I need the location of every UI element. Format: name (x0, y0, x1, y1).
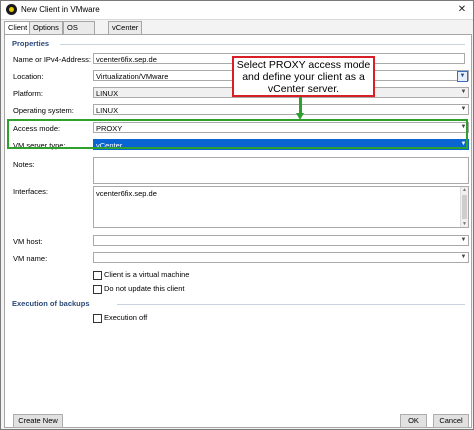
client-virtual-checkbox[interactable] (93, 271, 102, 280)
interfaces-textarea[interactable]: vcenter6fix.sep.de ▲ ▼ (93, 186, 469, 228)
arrow-down-icon (296, 113, 304, 120)
scroll-up-icon[interactable]: ▲ (461, 187, 468, 193)
scroll-down-icon[interactable]: ▼ (461, 221, 468, 227)
chevron-down-icon[interactable]: ▼ (459, 236, 468, 245)
name-label: Name or IPv4-Address: (13, 55, 91, 64)
vm-name-select[interactable]: ▼ (93, 252, 469, 263)
vm-host-label: VM host: (13, 237, 43, 246)
execution-section-title: Execution of backups (12, 299, 90, 308)
callout-arrow (299, 97, 302, 114)
tab-client[interactable]: Client (4, 21, 32, 35)
properties-section-title: Properties (12, 39, 50, 48)
access-mode-highlight-box (7, 119, 468, 149)
tab-vcenter-access[interactable]: vCenter Access (108, 21, 143, 44)
interfaces-scrollbar[interactable]: ▲ ▼ (460, 187, 468, 227)
vm-name-label: VM name: (13, 254, 48, 263)
section-divider (60, 44, 465, 45)
chevron-down-icon[interactable]: ▼ (459, 105, 468, 114)
os-label: Operating system: (13, 106, 74, 115)
title-bar: New Client in VMware ✕ (1, 1, 473, 20)
do-not-update-label: Do not update this client (104, 284, 185, 293)
location-label: Location: (13, 72, 44, 81)
execution-off-checkbox[interactable] (93, 314, 102, 323)
do-not-update-checkbox[interactable] (93, 285, 102, 294)
callout-box: Select PROXY access mode and define your… (232, 56, 375, 97)
os-value: LINUX (96, 106, 119, 115)
interfaces-label: Interfaces: (13, 187, 49, 196)
scroll-thumb[interactable] (462, 195, 467, 219)
close-button[interactable]: ✕ (451, 1, 473, 19)
tab-os-access[interactable]: OS Access (63, 21, 96, 44)
section-divider (117, 304, 465, 305)
execution-off-label: Execution off (104, 313, 148, 322)
platform-label: Platform: (13, 89, 44, 98)
platform-value: LINUX (96, 89, 119, 98)
sep-logo-icon (6, 4, 17, 15)
chevron-down-icon[interactable]: ▼ (459, 253, 468, 262)
interfaces-value: vcenter6fix.sep.de (96, 189, 157, 198)
location-value: Virtualization/VMware (96, 72, 169, 81)
notes-label: Notes: (13, 160, 35, 169)
chevron-down-icon[interactable]: ▼ (457, 71, 468, 82)
tab-options[interactable]: Options (29, 21, 63, 34)
window-title: New Client in VMware (21, 5, 100, 14)
notes-textarea[interactable] (93, 157, 469, 184)
client-virtual-label: Client is a virtual machine (104, 270, 190, 279)
vm-host-select[interactable]: ▼ (93, 235, 469, 246)
create-new-button[interactable]: Create New (13, 414, 63, 428)
chevron-down-icon[interactable]: ▼ (459, 88, 468, 97)
ok-button[interactable]: OK (400, 414, 427, 428)
os-select[interactable]: LINUX ▼ (93, 104, 469, 115)
cancel-button[interactable]: Cancel (433, 414, 469, 428)
